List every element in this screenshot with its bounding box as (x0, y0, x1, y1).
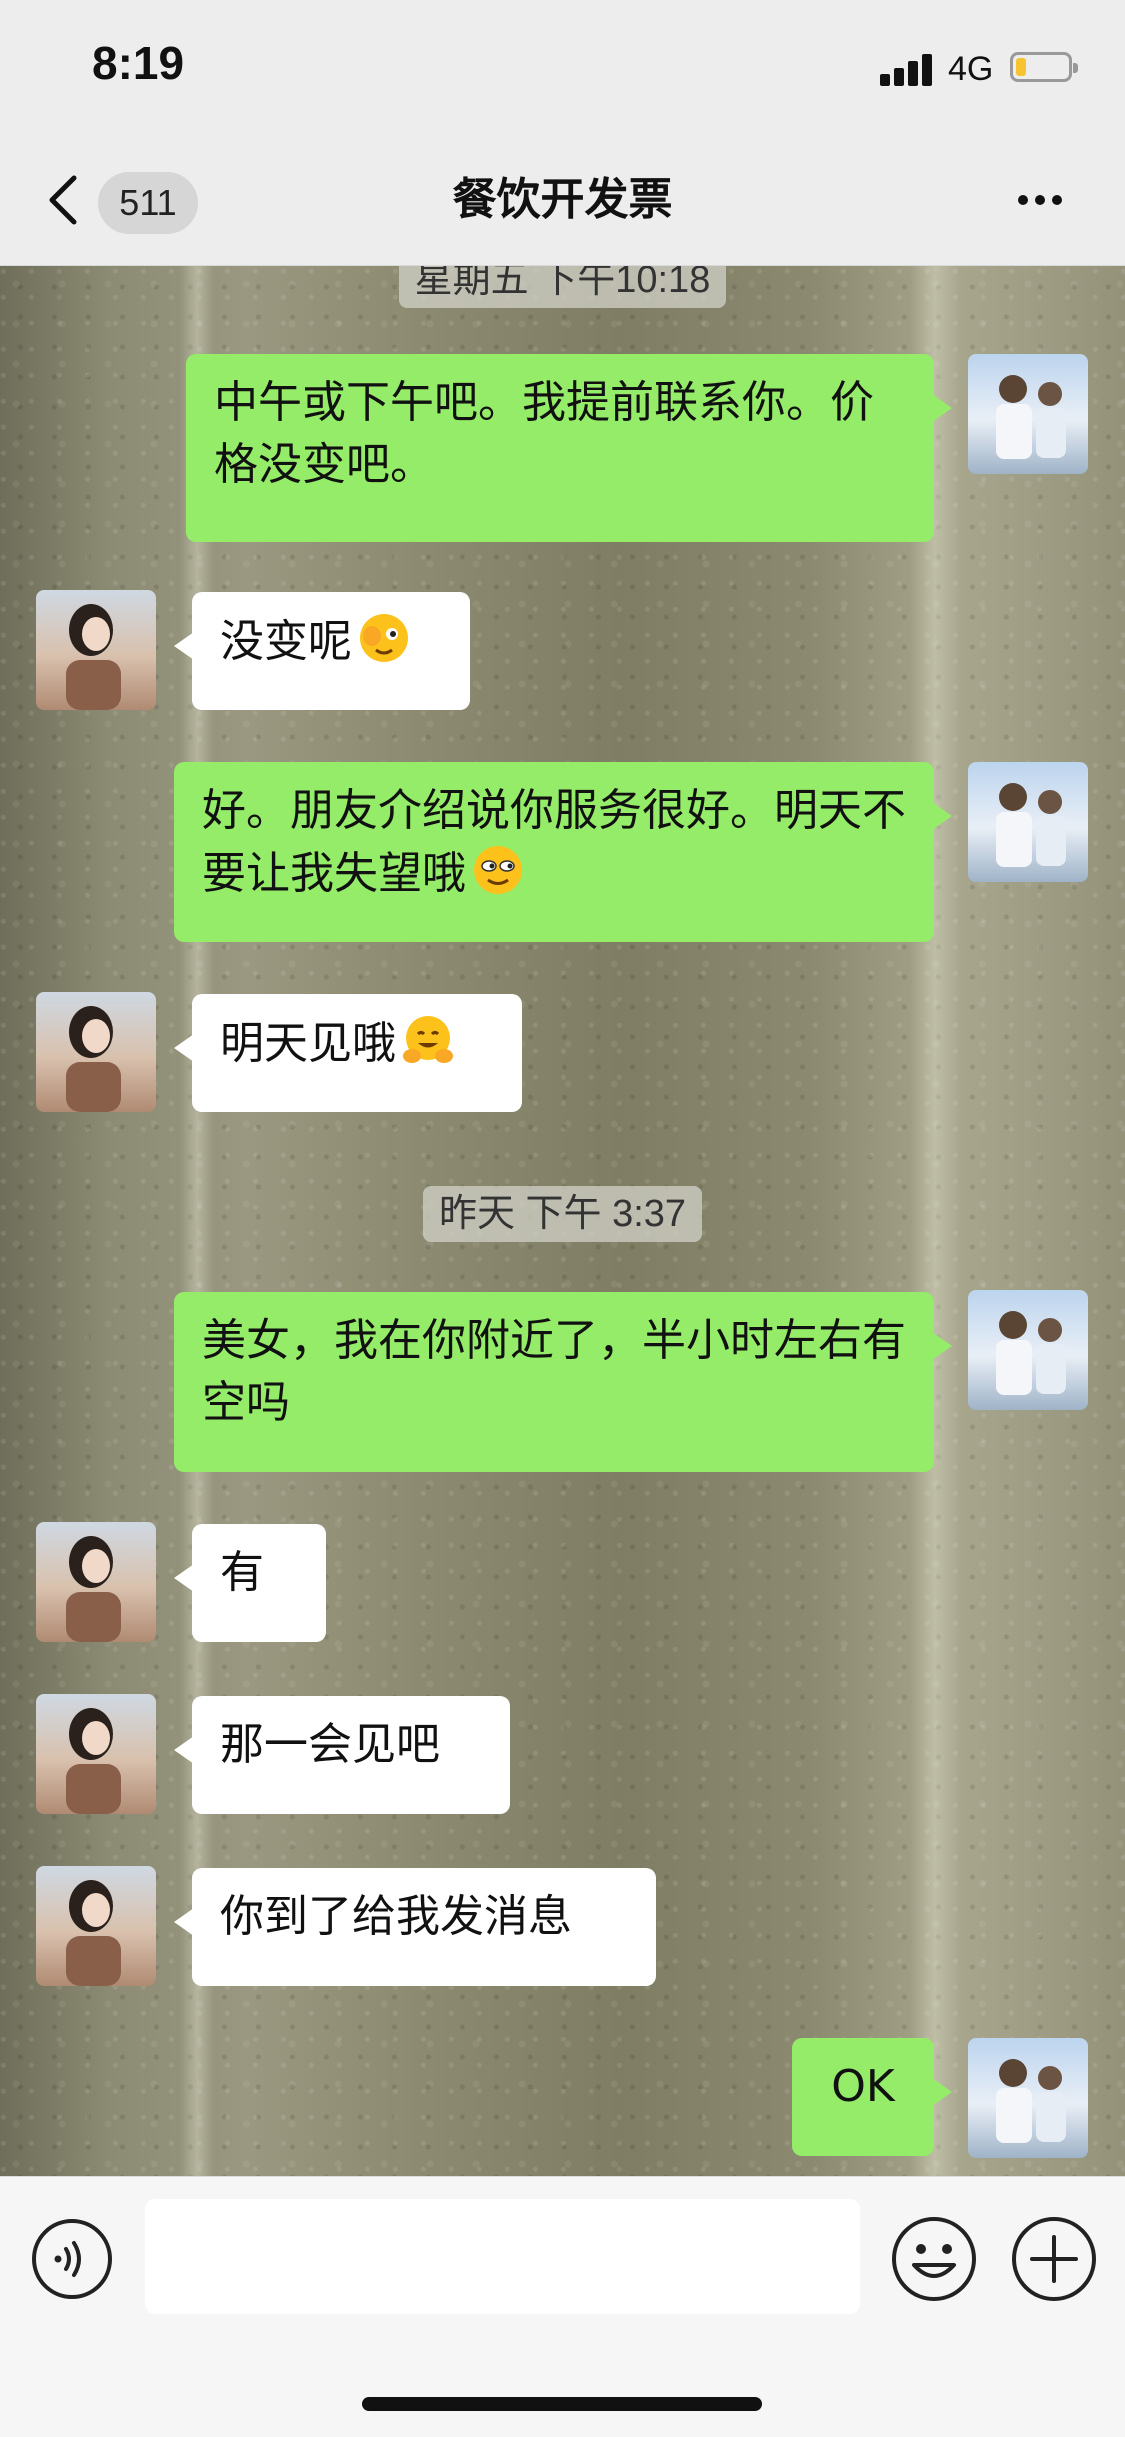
time-divider: 昨天 下午 3:37 (0, 1186, 1125, 1242)
avatar[interactable] (36, 1694, 156, 1814)
voice-icon[interactable] (30, 2217, 114, 2301)
battery-icon (1010, 52, 1078, 82)
more-dots-icon[interactable] (1010, 190, 1070, 210)
plus-icon[interactable] (1010, 2215, 1098, 2303)
chat-bubble-sent[interactable]: 美女，我在你附近了，半小时左右有空吗 (174, 1292, 952, 1472)
message-text: 好。朋友介绍说你服务很好。明天不要让我失望哦 (202, 785, 906, 899)
battery-level (1016, 58, 1026, 76)
chat-bubble-sent[interactable]: 中午或下午吧。我提前联系你。价格没变吧。 (186, 354, 952, 542)
chat-bubble-received[interactable]: 有 (174, 1524, 326, 1642)
home-indicator[interactable] (362, 2397, 762, 2411)
avatar[interactable] (968, 2038, 1088, 2158)
avatar[interactable] (968, 762, 1088, 882)
chat-area[interactable]: 星期五 下午10:18 中午或下午吧。我提前联系你。价格没变吧。 没变呢 好。朋… (0, 266, 1125, 2176)
smiley-icon[interactable] (890, 2215, 978, 2303)
avatar[interactable] (36, 1522, 156, 1642)
nav-bar: 511 餐饮开发票 (0, 140, 1125, 266)
message-text: 那一会见吧 (220, 1719, 440, 1770)
status-bar: 8:19 4G (0, 0, 1125, 140)
time-divider-label: 星期五 下午10:18 (398, 266, 727, 308)
status-time: 8:19 (92, 37, 185, 89)
avatar[interactable] (36, 590, 156, 710)
chat-bubble-received[interactable]: 没变呢 (174, 592, 470, 710)
message-text: OK (831, 2061, 895, 2112)
network-label: 4G (948, 50, 994, 88)
time-divider-label: 昨天 下午 3:37 (422, 1186, 703, 1242)
message-text: 明天见哦 (220, 1018, 396, 1069)
avatar[interactable] (968, 354, 1088, 474)
message-text: 没变呢 (220, 616, 352, 667)
chat-bubble-sent[interactable]: 好。朋友介绍说你服务很好。明天不要让我失望哦 (174, 762, 952, 942)
chat-bubble-sent[interactable]: OK (792, 2038, 952, 2156)
wink-hand-emoji (360, 614, 408, 662)
message-text: 中午或下午吧。我提前联系你。价格没变吧。 (214, 377, 874, 490)
chat-bubble-received[interactable]: 你到了给我发消息 (174, 1868, 656, 1986)
chat-bubble-received[interactable]: 明天见哦 (174, 994, 522, 1112)
message-text: 美女，我在你附近了，半小时左右有空吗 (202, 1315, 906, 1428)
message-text: 你到了给我发消息 (220, 1891, 572, 1942)
avatar[interactable] (36, 1866, 156, 1986)
input-bar (0, 2176, 1125, 2437)
time-divider: 星期五 下午10:18 (0, 266, 1125, 308)
hug-emoji (403, 1016, 453, 1063)
chat-title: 餐饮开发票 (452, 175, 673, 224)
smirk-emoji (474, 846, 522, 894)
chat-bubble-received[interactable]: 那一会见吧 (174, 1696, 510, 1814)
signal-icon (880, 52, 936, 86)
message-text: 有 (220, 1547, 264, 1598)
avatar[interactable] (968, 1290, 1088, 1410)
avatar[interactable] (36, 992, 156, 1112)
message-input[interactable] (145, 2199, 860, 2314)
